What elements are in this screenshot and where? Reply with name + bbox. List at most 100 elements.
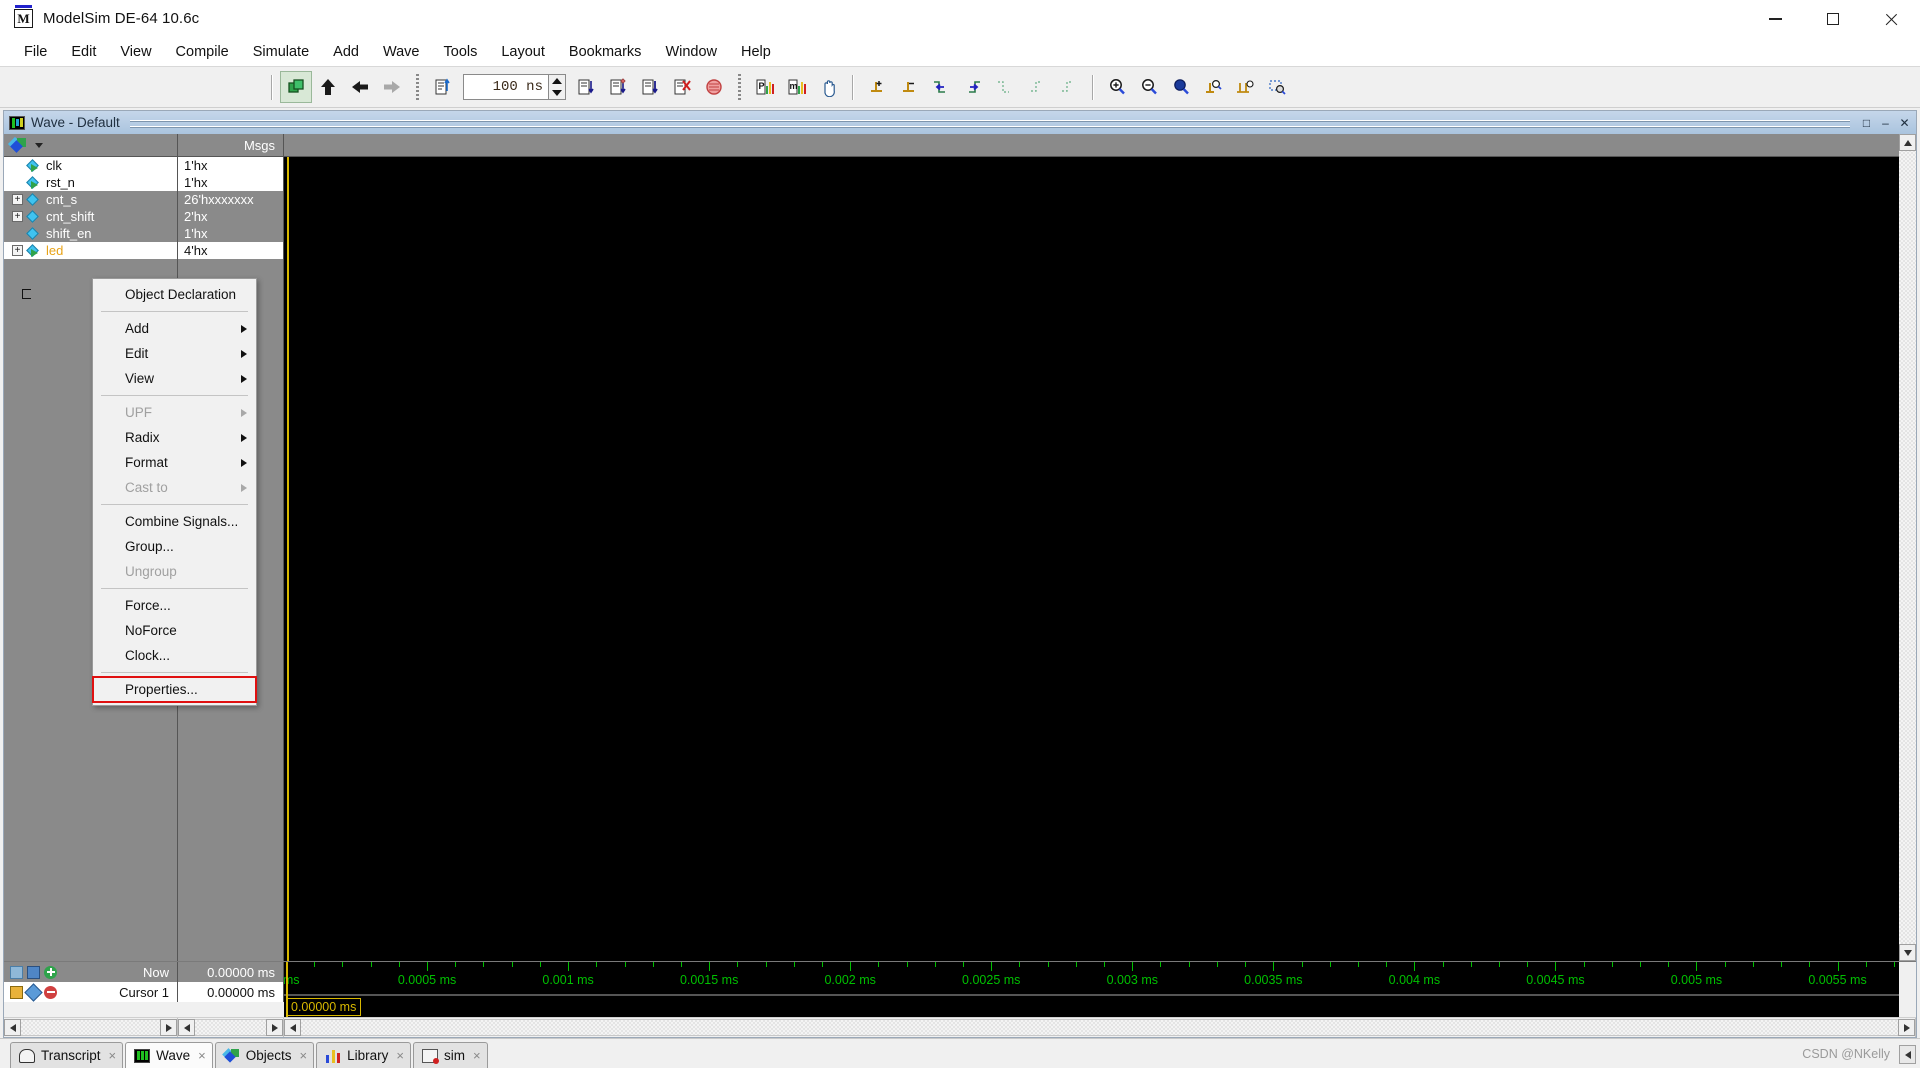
chevron-down-icon[interactable] — [35, 142, 43, 148]
signal-row-clk[interactable]: clk — [4, 157, 177, 174]
find-prev-falling-button[interactable] — [990, 72, 1020, 102]
menu-item-tools[interactable]: Tools — [432, 41, 490, 64]
zoom-range-button[interactable] — [1262, 72, 1292, 102]
menu-item-add[interactable]: Add — [321, 41, 371, 64]
signal-name-header[interactable] — [4, 134, 178, 157]
timeline-ruler[interactable]: 0 ms0.0005 ms0.001 ms0.0015 ms0.002 ms0.… — [284, 962, 1899, 996]
prev-transition-button[interactable] — [926, 72, 956, 102]
minimize-button[interactable] — [1746, 0, 1804, 38]
expand-icon[interactable]: + — [12, 245, 23, 256]
wave-scroll-track[interactable] — [301, 1019, 1898, 1036]
menu-item-compile[interactable]: Compile — [164, 41, 241, 64]
waveform-canvas[interactable] — [284, 157, 1899, 961]
signal-row-cnt_shift[interactable]: + cnt_shift — [4, 208, 177, 225]
context-menu-item-properties[interactable]: Properties... — [92, 676, 257, 703]
tab-close-icon[interactable]: × — [109, 1048, 117, 1063]
timeline-ruler-area[interactable]: 0 ms0.0005 ms0.001 ms0.0015 ms0.002 ms0.… — [284, 962, 1899, 1017]
toggle-leaf-names-icon[interactable] — [27, 965, 40, 979]
menu-item-bookmarks[interactable]: Bookmarks — [557, 41, 654, 64]
menu-item-view[interactable]: View — [108, 41, 163, 64]
expand-icon[interactable]: + — [12, 211, 23, 222]
menu-item-window[interactable]: Window — [653, 41, 729, 64]
context-menu-item-object-declaration[interactable]: Object Declaration — [93, 282, 256, 307]
zoom-out-button[interactable] — [1134, 72, 1164, 102]
cursor-marker-line[interactable] — [286, 962, 288, 1017]
name-scroll-right-button[interactable] — [160, 1019, 177, 1036]
tab-wave[interactable]: Wave × — [125, 1042, 213, 1068]
delete-cursor-icon[interactable] — [44, 985, 57, 999]
zoom-last-button[interactable] — [1230, 72, 1260, 102]
wave-panel-minimize-button[interactable]: – — [1877, 114, 1894, 131]
cursor-time-badge[interactable]: 0.00000 ms — [286, 998, 362, 1016]
context-menu-item-view[interactable]: View — [93, 366, 256, 391]
tabbar-scroll-button[interactable] — [1899, 1045, 1916, 1064]
msgs-header[interactable]: Msgs — [178, 134, 284, 157]
tab-library[interactable]: Library × — [316, 1042, 411, 1068]
wave-panel-drag-grip[interactable] — [129, 117, 1850, 128]
name-scroll-track[interactable] — [21, 1019, 160, 1036]
next-transition-button[interactable] — [958, 72, 988, 102]
memory-button[interactable]: m — [782, 72, 812, 102]
maximize-button[interactable] — [1804, 0, 1862, 38]
forward-arrow-button[interactable] — [377, 72, 407, 102]
stop-button[interactable] — [699, 72, 729, 102]
scroll-down-button[interactable] — [1899, 944, 1916, 961]
insert-cursor-button[interactable] — [862, 72, 892, 102]
profile-button[interactable]: P — [750, 72, 780, 102]
context-menu-item-radix[interactable]: Radix — [93, 425, 256, 450]
tab-transcript[interactable]: Transcript × — [10, 1042, 124, 1068]
menu-item-help[interactable]: Help — [729, 41, 783, 64]
add-cursor-icon[interactable] — [44, 965, 57, 979]
wave-hscrollbar[interactable] — [284, 1018, 1916, 1037]
wave-vertical-scrollbar[interactable] — [1899, 134, 1916, 961]
value-scroll-right-button[interactable] — [266, 1019, 283, 1036]
context-menu-item-group[interactable]: Group... — [93, 534, 256, 559]
break-button[interactable] — [667, 72, 697, 102]
value-scroll-left-button[interactable] — [178, 1019, 195, 1036]
signal-row-shift_en[interactable]: shift_en — [4, 225, 177, 242]
tab-close-icon[interactable]: × — [198, 1048, 206, 1063]
zoom-in-button[interactable] — [1102, 72, 1132, 102]
run-all-button[interactable] — [635, 72, 665, 102]
menu-item-edit[interactable]: Edit — [59, 41, 108, 64]
back-arrow-button[interactable] — [345, 72, 375, 102]
cursor-row[interactable]: Cursor 1 — [4, 982, 178, 1002]
find-next-button[interactable] — [1022, 72, 1052, 102]
tab-close-icon[interactable]: × — [396, 1048, 404, 1063]
wave-scroll-left-button[interactable] — [284, 1019, 301, 1036]
wave-panel-undock-button[interactable]: □ — [1858, 114, 1875, 131]
cursor-line[interactable] — [287, 157, 289, 961]
name-scroll-left-button[interactable] — [4, 1019, 21, 1036]
zoom-full-button[interactable] — [1166, 72, 1196, 102]
name-hscrollbar[interactable] — [4, 1018, 178, 1037]
find-next-rising-button[interactable] — [1054, 72, 1084, 102]
wave-scroll-right-button[interactable] — [1898, 1019, 1915, 1036]
tab-close-icon[interactable]: × — [473, 1048, 481, 1063]
signal-row-led[interactable]: + led — [4, 242, 177, 259]
tab-sim[interactable]: sim × — [412, 1042, 488, 1068]
up-arrow-button[interactable] — [313, 72, 343, 102]
close-button[interactable] — [1862, 0, 1920, 38]
expand-icon[interactable]: + — [12, 194, 23, 205]
tab-objects[interactable]: Objects × — [214, 1042, 315, 1068]
context-menu-item-combine-signals[interactable]: Combine Signals... — [93, 509, 256, 534]
signal-row-cnt_s[interactable]: + cnt_s — [4, 191, 177, 208]
scroll-up-button[interactable] — [1899, 134, 1916, 151]
menu-item-layout[interactable]: Layout — [489, 41, 557, 64]
context-menu-item-edit[interactable]: Edit — [93, 341, 256, 366]
menu-item-wave[interactable]: Wave — [371, 41, 432, 64]
run-length-spinner[interactable] — [549, 74, 566, 100]
menu-item-simulate[interactable]: Simulate — [241, 41, 321, 64]
context-menu-item-format[interactable]: Format — [93, 450, 256, 475]
signal-row-rst_n[interactable]: rst_n — [4, 174, 177, 191]
delete-cursor-button[interactable] — [894, 72, 924, 102]
hand-pan-button[interactable] — [814, 72, 844, 102]
compile-all-button[interactable] — [280, 71, 312, 103]
signal-context-menu[interactable]: Object Declaration Add Edit View UPF Radix For… — [92, 278, 257, 706]
menu-item-file[interactable]: File — [12, 41, 59, 64]
context-menu-item-add[interactable]: Add — [93, 316, 256, 341]
lock-cursor-icon[interactable] — [10, 985, 23, 999]
run-length-input[interactable]: 100 ns — [463, 74, 549, 100]
run-button[interactable] — [571, 72, 601, 102]
restart-button[interactable] — [428, 72, 458, 102]
